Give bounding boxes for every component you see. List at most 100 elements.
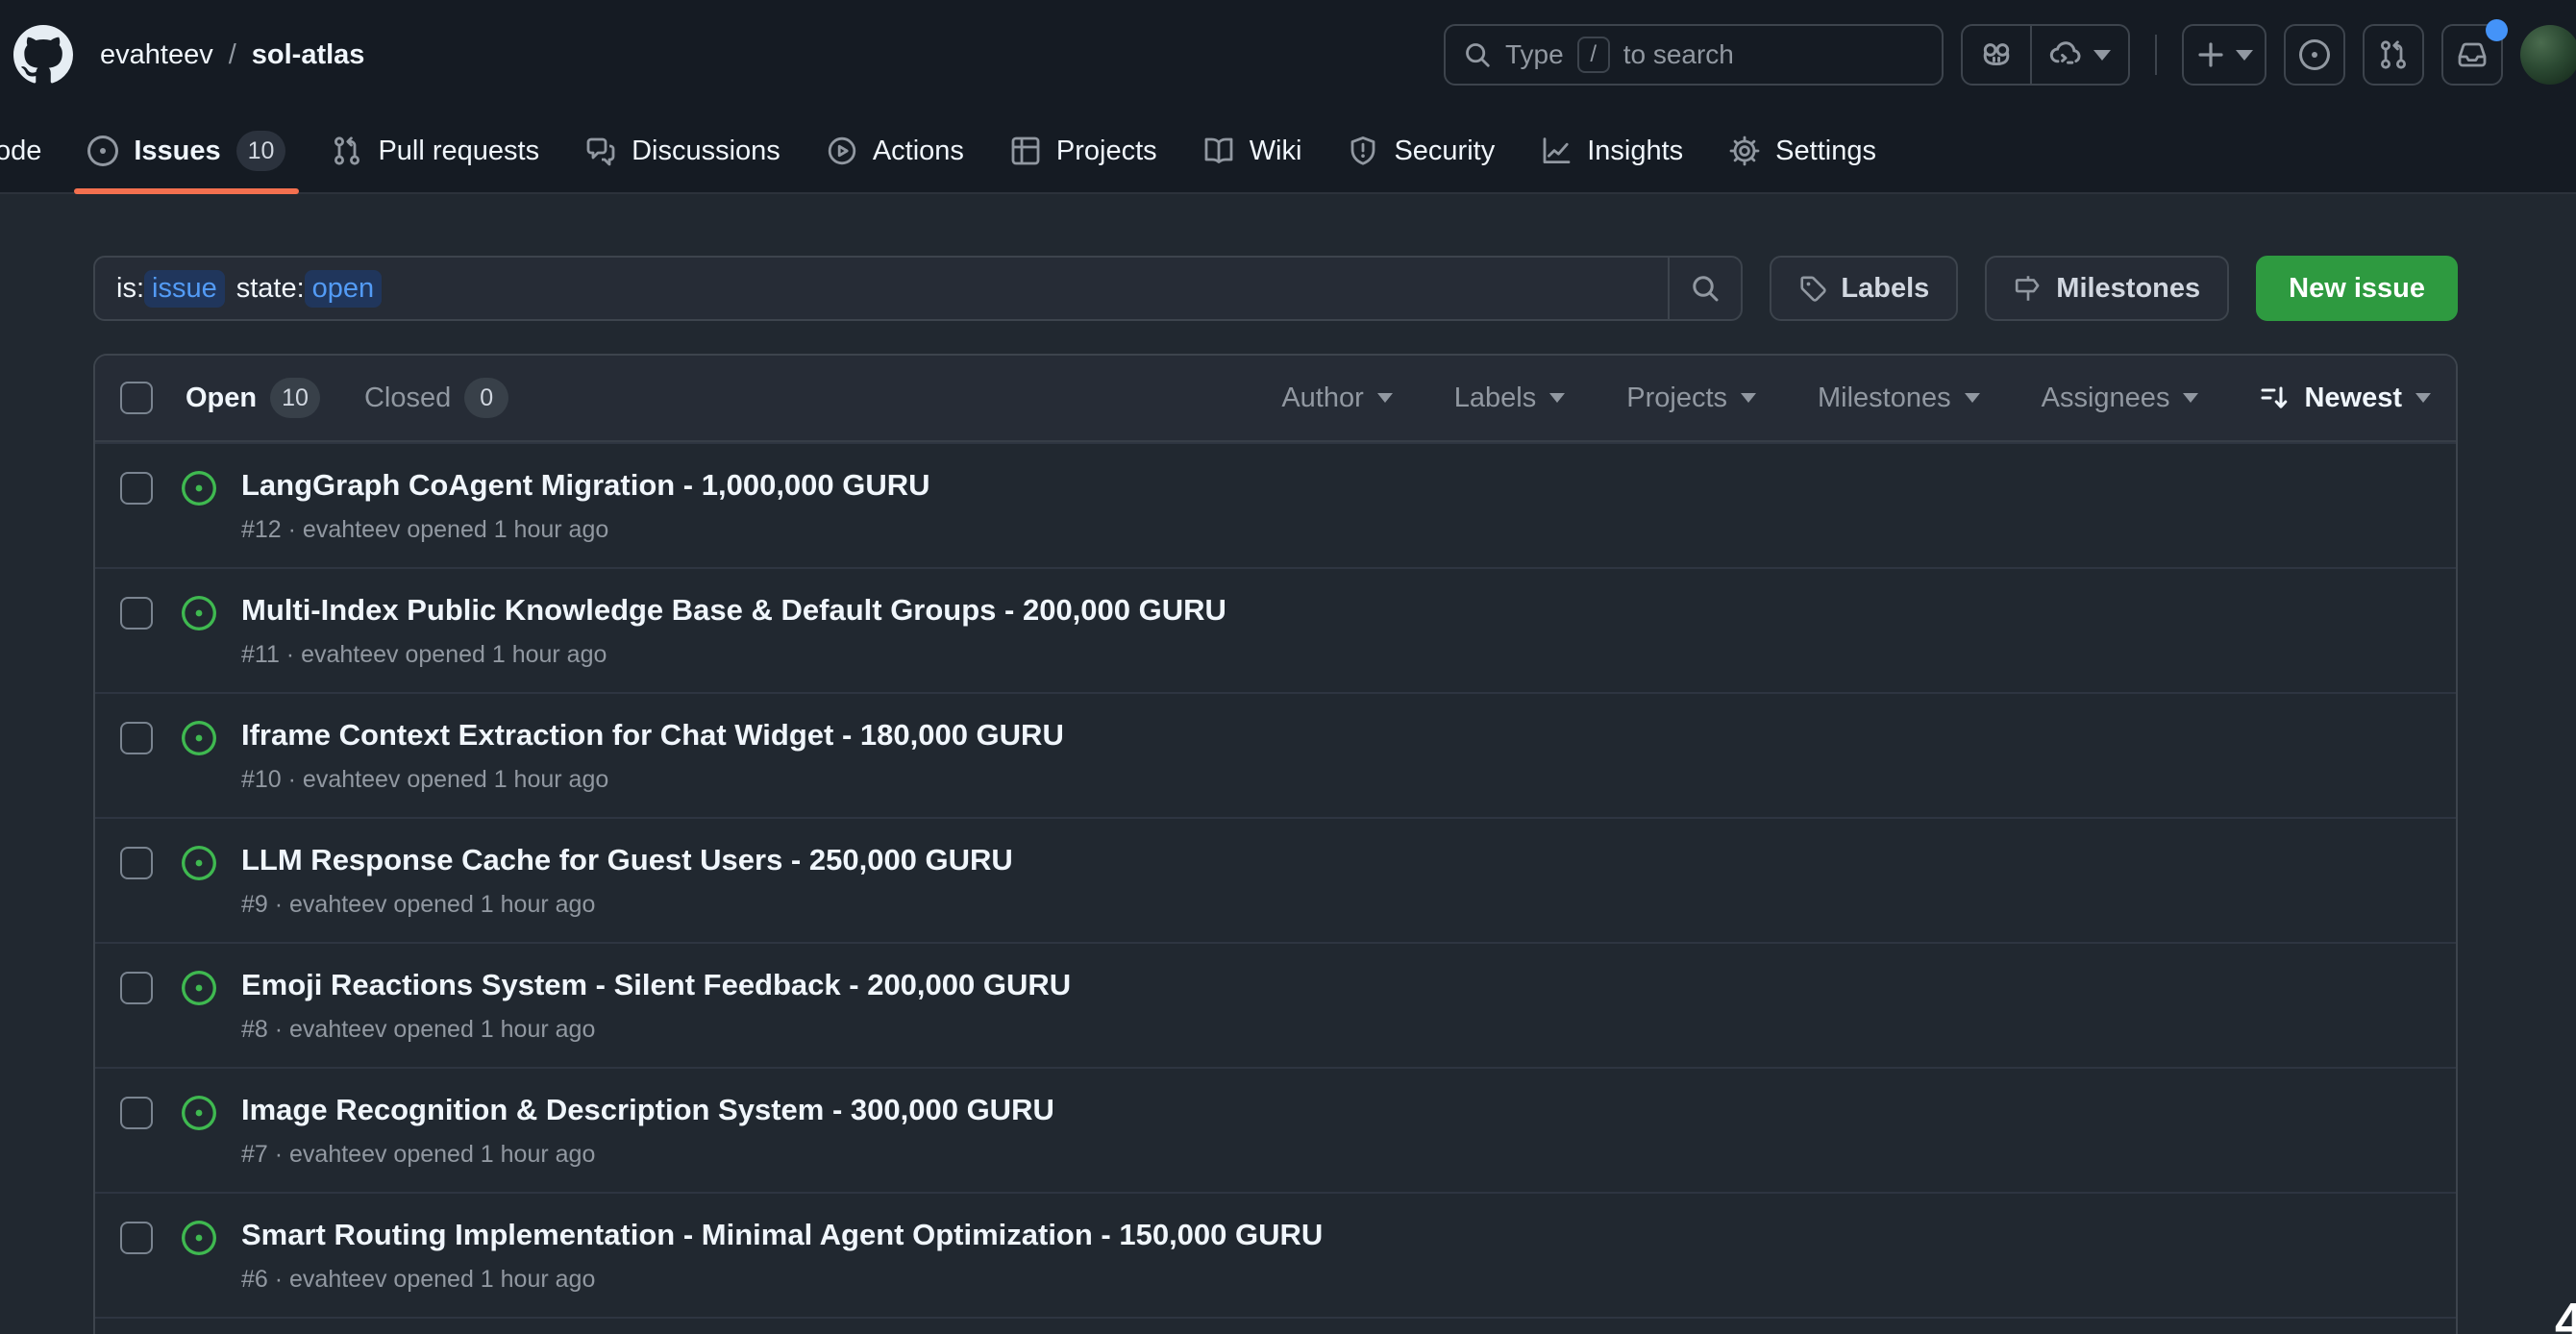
issue-title[interactable]: Multi-Index Public Knowledge Base & Defa… — [241, 594, 1226, 627]
filter-token-is-value: issue — [144, 270, 225, 308]
tab-discussions[interactable]: Discussions — [562, 110, 804, 192]
tab-wiki[interactable]: Wiki — [1180, 110, 1325, 192]
avatar[interactable] — [2520, 25, 2576, 85]
assignees-filter-label: Assignees — [2042, 383, 2170, 414]
tab-settings[interactable]: Settings — [1706, 110, 1899, 192]
sort-dropdown[interactable]: Newest — [2260, 383, 2431, 414]
issue-row[interactable]: Iframe Context Extraction for Chat Widge… — [95, 692, 2456, 817]
tab-discussions-label: Discussions — [632, 136, 780, 167]
global-search-input[interactable]: Type / to search — [1444, 24, 1944, 86]
issue-checkbox[interactable] — [120, 1222, 153, 1254]
issue-opened-icon — [182, 846, 216, 880]
issue-opened-icon — [182, 721, 216, 755]
cloud-terminal-icon — [2049, 38, 2082, 71]
tab-code-label: Code — [0, 136, 41, 167]
tab-code[interactable]: Code — [0, 110, 64, 192]
tab-actions[interactable]: Actions — [804, 110, 987, 192]
issue-title[interactable]: LLM Response Cache for Guest Users - 250… — [241, 844, 1013, 877]
app-header: evahteev / sol-atlas Type / to search — [0, 0, 2576, 110]
filter-search-button[interactable] — [1668, 258, 1741, 319]
issue-title[interactable]: Smart Routing Implementation - Minimal A… — [241, 1219, 1323, 1251]
tab-projects[interactable]: Projects — [987, 110, 1180, 192]
issue-row[interactable]: Smart Routing Implementation - Minimal A… — [95, 1192, 2456, 1317]
breadcrumb: evahteev / sol-atlas — [100, 39, 364, 71]
issue-title[interactable]: Image Recognition & Description System -… — [241, 1094, 1054, 1126]
tab-issues[interactable]: Issues 10 — [64, 110, 309, 192]
issue-opened-icon — [2299, 39, 2330, 70]
issue-row[interactable]: LangGraph CoAgent Migration - 1,000,000 … — [95, 442, 2456, 567]
issue-meta: #6 · evahteev opened 1 hour ago — [241, 1266, 1323, 1294]
shield-icon — [1348, 136, 1378, 166]
issue-row[interactable]: Multi-Index Public Knowledge Base & Defa… — [95, 567, 2456, 692]
inbox-button[interactable] — [2441, 24, 2503, 86]
select-all-checkbox[interactable] — [120, 382, 153, 414]
closed-count-badge: 0 — [464, 378, 508, 418]
author-filter-dropdown[interactable]: Author — [1281, 383, 1392, 414]
tab-insights-label: Insights — [1587, 136, 1683, 167]
labels-button[interactable]: Labels — [1770, 256, 1958, 321]
labels-button-label: Labels — [1841, 273, 1929, 305]
book-icon — [1203, 136, 1234, 166]
filter-token-state-key: state: — [236, 273, 305, 305]
projects-filter-dropdown[interactable]: Projects — [1626, 383, 1756, 414]
milestone-icon — [2014, 274, 2043, 303]
issue-opened-icon — [182, 1221, 216, 1255]
milestones-filter-dropdown[interactable]: Milestones — [1818, 383, 1980, 414]
repo-nav: Code Issues 10 Pull requests — [0, 110, 2576, 194]
labels-filter-dropdown[interactable]: Labels — [1454, 383, 1565, 414]
gear-icon — [1729, 136, 1760, 166]
closed-tab-label[interactable]: Closed — [364, 383, 451, 414]
discussions-icon — [585, 136, 616, 166]
issue-opened-icon — [87, 136, 118, 166]
milestones-button-label: Milestones — [2056, 273, 2200, 305]
issues-filter-input[interactable]: is:issue state:open — [93, 256, 1743, 321]
your-pull-requests-button[interactable] — [2363, 24, 2424, 86]
issue-title[interactable]: Emoji Reactions System - Silent Feedback… — [241, 969, 1071, 1001]
issue-checkbox[interactable] — [120, 722, 153, 754]
filter-token-state-value: open — [305, 270, 383, 308]
tab-settings-label: Settings — [1775, 136, 1876, 167]
issue-row[interactable]: Image Recognition & Description System -… — [95, 1067, 2456, 1192]
tab-projects-label: Projects — [1056, 136, 1157, 167]
issue-checkbox[interactable] — [120, 597, 153, 630]
issue-checkbox[interactable] — [120, 847, 153, 879]
your-issues-button[interactable] — [2284, 24, 2345, 86]
issue-row[interactable]: Emoji Reactions System - Silent Feedback… — [95, 942, 2456, 1067]
milestones-button[interactable]: Milestones — [1985, 256, 2229, 321]
copilot-button[interactable] — [1963, 26, 2030, 84]
play-circle-icon — [827, 136, 857, 166]
filter-toolbar: is:issue state:open Labels Milestones — [93, 256, 2458, 321]
header-actions: Type / to search — [1444, 24, 2551, 86]
assignees-filter-dropdown[interactable]: Assignees — [2042, 383, 2199, 414]
open-tab-label[interactable]: Open — [186, 383, 257, 414]
issue-opened-icon — [182, 971, 216, 1005]
issue-checkbox[interactable] — [120, 1097, 153, 1129]
issue-row[interactable]: LLM Response Cache for Guest Users - 250… — [95, 817, 2456, 942]
filter-token-is-key: is: — [116, 273, 144, 305]
search-icon — [1690, 273, 1721, 304]
tab-insights[interactable]: Insights — [1518, 110, 1706, 192]
pull-request-icon — [2378, 39, 2409, 70]
copilot-dropdown-button[interactable] — [2032, 26, 2128, 84]
table-icon — [1010, 136, 1041, 166]
issue-title[interactable]: Iframe Context Extraction for Chat Widge… — [241, 719, 1064, 752]
projects-filter-label: Projects — [1626, 383, 1727, 414]
tab-security[interactable]: Security — [1325, 110, 1518, 192]
sort-label: Newest — [2304, 383, 2402, 414]
issues-content: is:issue state:open Labels Milestones — [0, 194, 2576, 1334]
chevron-down-icon — [2415, 393, 2431, 403]
create-new-button[interactable] — [2182, 24, 2266, 86]
tab-pull-requests[interactable]: Pull requests — [309, 110, 562, 192]
issue-title[interactable]: LangGraph CoAgent Migration - 1,000,000 … — [241, 469, 930, 502]
issue-opened-icon — [182, 596, 216, 630]
milestones-filter-label: Milestones — [1818, 383, 1951, 414]
new-issue-button[interactable]: New issue — [2256, 256, 2458, 321]
github-logo-icon[interactable] — [13, 25, 73, 85]
copilot-icon — [1980, 38, 2013, 71]
breadcrumb-owner[interactable]: evahteev — [100, 39, 213, 71]
breadcrumb-repo[interactable]: sol-atlas — [252, 39, 365, 71]
issue-checkbox[interactable] — [120, 972, 153, 1004]
tab-pull-requests-label: Pull requests — [378, 136, 539, 167]
breadcrumb-separator: / — [229, 39, 236, 71]
issue-checkbox[interactable] — [120, 472, 153, 505]
